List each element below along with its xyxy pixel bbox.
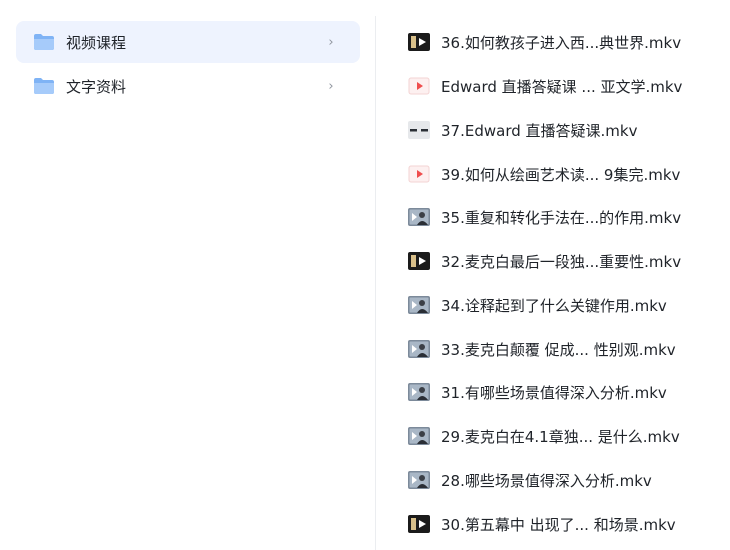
file-name: 28.哪些场景值得深入分析.mkv — [441, 471, 652, 490]
file-item[interactable]: 37.Edward 直播答疑课.mkv — [376, 114, 730, 146]
file-name: 36.如何教孩子进入西...典世界.mkv — [441, 33, 682, 52]
file-name: 30.第五幕中 出现了... 和场景.mkv — [441, 515, 676, 534]
video-thumbnail-icon — [408, 515, 430, 533]
chevron-right-icon: › — [328, 78, 334, 94]
file-name: Edward 直播答疑课 ... 亚文学.mkv — [441, 77, 683, 96]
video-thumbnail-icon — [408, 427, 430, 445]
video-thumbnail-icon — [408, 208, 430, 226]
video-file-icon — [408, 77, 430, 95]
video-thumbnail-icon — [408, 33, 430, 51]
file-name: 33.麦克白颠覆 促成... 性别观.mkv — [441, 340, 676, 359]
file-item[interactable]: 29.麦克白在4.1章独... 是什么.mkv — [376, 420, 730, 452]
video-thumbnail-icon — [408, 296, 430, 314]
file-name: 29.麦克白在4.1章独... 是什么.mkv — [441, 427, 680, 446]
file-item[interactable]: 32.麦克白最后一段独...重要性.mkv — [376, 245, 730, 277]
file-name: 39.如何从绘画艺术读... 9集完.mkv — [441, 165, 681, 184]
folder-label: 视频课程 — [66, 33, 127, 52]
file-item[interactable]: 33.麦克白颠覆 促成... 性别观.mkv — [376, 333, 730, 365]
file-name: 35.重复和转化手法在...的作用.mkv — [441, 208, 682, 227]
folder-pane: 视频课程 › 文字资料 › — [0, 0, 375, 550]
video-thumbnail-icon — [408, 471, 430, 489]
file-item[interactable]: 31.有哪些场景值得深入分析.mkv — [376, 376, 730, 408]
file-name: 37.Edward 直播答疑课.mkv — [441, 121, 638, 140]
file-name: 32.麦克白最后一段独...重要性.mkv — [441, 252, 682, 271]
folder-item-video-courses[interactable]: 视频课程 › — [16, 21, 360, 63]
folder-label: 文字资料 — [66, 77, 127, 96]
file-name: 31.有哪些场景值得深入分析.mkv — [441, 383, 667, 402]
video-thumbnail-icon — [408, 121, 430, 139]
folder-item-text-materials[interactable]: 文字资料 › — [16, 65, 360, 107]
file-list: 36.如何教孩子进入西...典世界.mkv Edward 直播答疑课 ... 亚… — [376, 0, 730, 550]
file-item[interactable]: Edward 直播答疑课 ... 亚文学.mkv — [376, 70, 730, 102]
folder-icon — [34, 34, 54, 50]
file-item[interactable]: 28.哪些场景值得深入分析.mkv — [376, 464, 730, 496]
video-thumbnail-icon — [408, 340, 430, 358]
folder-icon — [34, 78, 54, 94]
video-thumbnail-icon — [408, 383, 430, 401]
video-file-icon — [408, 165, 430, 183]
chevron-right-icon: › — [328, 34, 334, 50]
file-item[interactable]: 30.第五幕中 出现了... 和场景.mkv — [376, 508, 730, 540]
file-item[interactable]: 36.如何教孩子进入西...典世界.mkv — [376, 26, 730, 58]
file-item[interactable]: 34.诠释起到了什么关键作用.mkv — [376, 289, 730, 321]
file-item[interactable]: 39.如何从绘画艺术读... 9集完.mkv — [376, 158, 730, 190]
video-thumbnail-icon — [408, 252, 430, 270]
file-name: 34.诠释起到了什么关键作用.mkv — [441, 296, 667, 315]
file-item[interactable]: 35.重复和转化手法在...的作用.mkv — [376, 201, 730, 233]
